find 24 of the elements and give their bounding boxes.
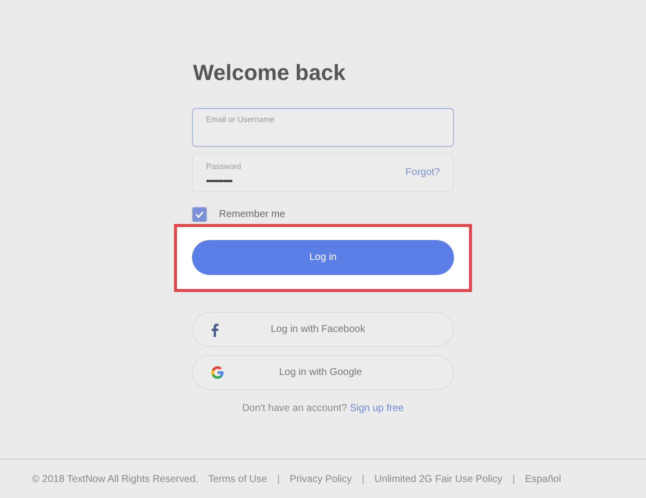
social-login-button[interactable]: Log in with Google: [192, 355, 454, 390]
checkmark-icon: [195, 211, 204, 218]
forgot-link[interactable]: Forgot?: [406, 167, 440, 178]
facebook-icon: [211, 322, 219, 336]
social-login-button[interactable]: Log in with Facebook: [192, 312, 454, 347]
password-field[interactable]: Password •••••••••••• Forgot?: [192, 153, 454, 192]
remember-checkbox[interactable]: [192, 207, 207, 222]
copyright-text: © 2018 TextNow All Rights Reserved.: [32, 474, 198, 484]
signup-prompt: Don't have an account?: [242, 403, 348, 414]
email-field[interactable]: Email or Username: [192, 108, 454, 147]
separator: |: [362, 474, 365, 484]
separator: |: [277, 474, 280, 484]
password-label: Password: [206, 162, 242, 171]
remember-label: Remember me: [219, 209, 286, 220]
footer-link[interactable]: Español: [524, 474, 562, 484]
separator: |: [512, 474, 515, 484]
signup-link[interactable]: Sign up free: [350, 403, 404, 414]
google-icon: [211, 366, 224, 379]
footer-link[interactable]: Privacy Policy: [290, 474, 352, 484]
login-button[interactable]: Log in: [192, 240, 454, 275]
footer-link[interactable]: Terms of Use: [208, 474, 268, 484]
footer-link[interactable]: Unlimited 2G Fair Use Policy: [374, 474, 502, 484]
page-title: Welcome back: [193, 60, 346, 86]
password-value: ••••••••••••: [206, 176, 234, 186]
